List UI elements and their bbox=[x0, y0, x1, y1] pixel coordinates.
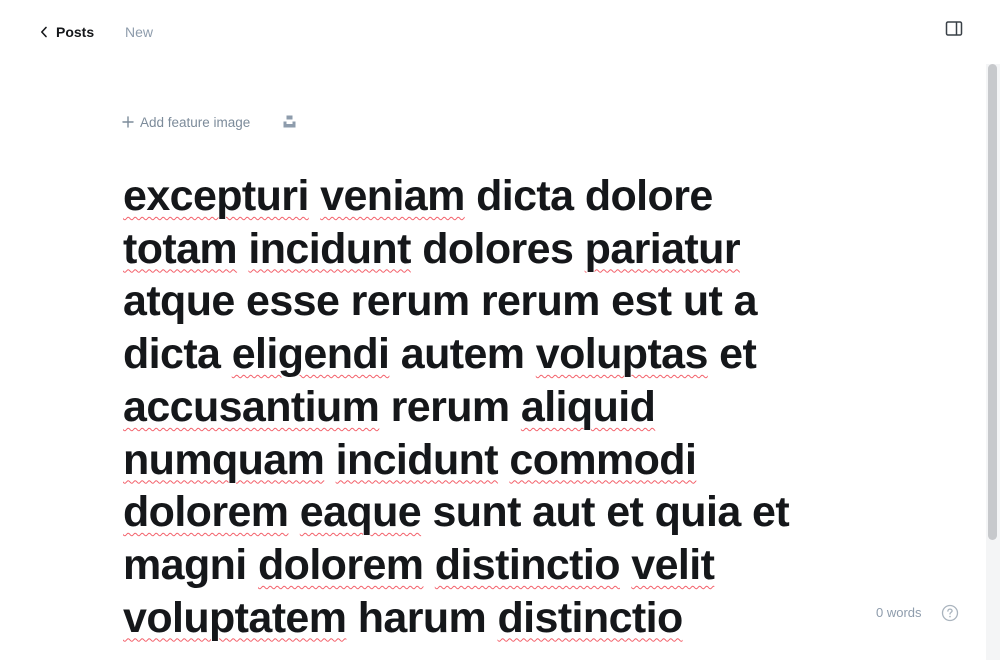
unsplash-icon[interactable] bbox=[282, 114, 297, 129]
title-word: quia bbox=[654, 488, 742, 537]
sidebar-panel-icon[interactable] bbox=[944, 20, 964, 38]
title-word: velit bbox=[631, 540, 715, 589]
word-count: 0 words bbox=[876, 605, 922, 620]
title-word: et bbox=[719, 330, 757, 379]
title-word: incidunt bbox=[335, 435, 499, 484]
feature-image-row: Add feature image bbox=[122, 112, 296, 132]
title-word: a bbox=[733, 277, 758, 326]
title-word: voluptatem bbox=[123, 593, 347, 642]
title-word: sunt bbox=[432, 488, 521, 537]
title-word: veniam bbox=[320, 172, 465, 220]
add-feature-image-button[interactable]: Add feature image bbox=[122, 115, 250, 130]
title-word: autem bbox=[400, 330, 525, 379]
post-editor: Posts New Add feature image excepturi ve… bbox=[0, 0, 1000, 660]
title-word: et bbox=[752, 488, 790, 537]
title-word: dolore bbox=[584, 172, 713, 220]
title-word: est bbox=[611, 277, 672, 326]
back-link-label: Posts bbox=[56, 24, 95, 40]
help-circle-icon[interactable] bbox=[941, 604, 959, 622]
title-word: voluptas bbox=[535, 330, 709, 379]
title-word: rerum bbox=[350, 277, 470, 326]
add-feature-image-label: Add feature image bbox=[140, 114, 251, 130]
title-word: dicta bbox=[476, 172, 574, 220]
title-word: dicta bbox=[123, 330, 221, 379]
title-word: eaque bbox=[299, 488, 422, 537]
title-word: harum bbox=[357, 593, 487, 642]
title-word: esse bbox=[246, 277, 340, 326]
title-word: totam bbox=[123, 224, 238, 273]
title-word: rerum bbox=[390, 382, 510, 431]
back-to-posts-link[interactable]: Posts bbox=[38, 22, 94, 42]
title-word: eligendi bbox=[231, 330, 390, 379]
title-word: aliquid bbox=[520, 382, 656, 431]
title-word: excepturi bbox=[123, 172, 309, 220]
scrollbar-thumb[interactable] bbox=[988, 64, 997, 540]
chevron-left-icon bbox=[38, 26, 50, 38]
title-word: dolores bbox=[422, 224, 574, 273]
title-word: rerum bbox=[480, 277, 600, 326]
plus-icon bbox=[122, 116, 134, 128]
title-word: pariatur bbox=[584, 224, 741, 273]
title-word: et bbox=[606, 488, 644, 537]
title-word: numquam bbox=[123, 435, 325, 484]
title-word: accusantium bbox=[123, 382, 380, 431]
title-word: incidunt bbox=[248, 224, 411, 273]
post-title[interactable]: excepturi veniam dicta dolore totam incid… bbox=[123, 170, 843, 644]
title-word: atque bbox=[123, 277, 235, 326]
title-word: distinctio bbox=[497, 593, 684, 642]
editor-header: Posts New bbox=[0, 0, 1000, 64]
title-word: distinctio bbox=[434, 540, 621, 589]
title-word: magni bbox=[123, 540, 247, 589]
title-word: dolorem bbox=[258, 540, 424, 589]
title-word: dolorem bbox=[123, 488, 289, 537]
title-word: aut bbox=[532, 488, 595, 537]
title-word: commodi bbox=[509, 435, 697, 484]
post-status: New bbox=[125, 24, 154, 40]
title-word: ut bbox=[682, 277, 723, 326]
